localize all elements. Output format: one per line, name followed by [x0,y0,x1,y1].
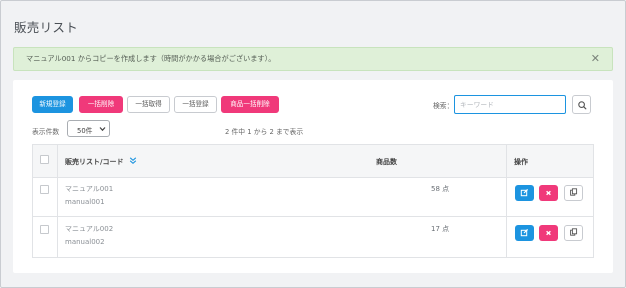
row-code: manual001 [65,198,105,206]
row-name[interactable]: マニュアル001 [65,184,113,194]
delete-button[interactable] [539,185,558,201]
header-count: 商品数 [376,158,397,166]
search-button[interactable] [572,95,591,114]
bulk-register-button[interactable]: 一括登録 [174,96,217,113]
delete-button[interactable] [539,225,558,241]
edit-icon [520,188,529,197]
product-bulk-delete-button[interactable]: 商品一括削除 [221,96,279,113]
copy-icon [570,228,578,236]
header-actions: 操作 [514,158,528,166]
bulk-fetch-button[interactable]: 一括取得 [127,96,170,113]
copy-button[interactable] [564,185,583,201]
per-page-select[interactable]: 50件 [67,120,110,137]
search-icon [578,101,587,110]
per-page-value: 50件 [77,127,93,135]
record-count: 2 件中 1 から 2 まで表示 [225,128,304,136]
chevron-down-icon [99,127,106,132]
delete-x-icon [546,230,551,236]
alert-message: マニュアル001 からコピーを作成します（時間がかかる場合がございます）。 [26,54,276,63]
table-row: マニュアル001 manual001 58 点 [33,178,593,217]
row-checkbox[interactable] [40,185,49,194]
column-divider [506,145,507,257]
search-label: 検索： [433,102,454,110]
select-all-checkbox[interactable] [40,155,49,164]
row-checkbox[interactable] [40,225,49,234]
success-alert: マニュアル001 からコピーを作成します（時間がかかる場合がございます）。 ✕ [13,47,613,71]
page-title: 販売リスト [14,20,79,35]
header-name[interactable]: 販売リスト/コード [65,157,124,167]
row-count: 58 点 [431,185,450,193]
new-button[interactable]: 新規登録 [32,96,73,113]
row-name[interactable]: マニュアル002 [65,224,113,234]
search-input[interactable] [454,95,566,114]
row-code: manual002 [65,238,105,246]
app-frame: 販売リスト マニュアル001 からコピーを作成します（時間がかかる場合がございま… [0,0,626,288]
per-page-label: 表示件数 [32,128,60,136]
table-row: マニュアル002 manual002 17 点 [33,218,593,257]
edit-button[interactable] [515,185,534,201]
sales-list-table: 販売リスト/コード 商品数 操作 マニュアル001 manual001 58 点 [32,144,594,258]
copy-icon [570,188,578,196]
sort-chevron-icon[interactable] [129,156,137,165]
row-count: 17 点 [431,225,450,233]
bulk-delete-button[interactable]: 一括削除 [79,96,123,113]
copy-button[interactable] [564,225,583,241]
edit-icon [520,228,529,237]
delete-x-icon [546,190,551,196]
column-divider [57,145,58,257]
list-panel: 新規登録 一括削除 一括取得 一括登録 商品一括削除 検索： 表示件数 50件 … [13,80,613,273]
close-icon[interactable]: ✕ [591,52,600,66]
table-header: 販売リスト/コード 商品数 操作 [33,145,593,178]
edit-button[interactable] [515,225,534,241]
